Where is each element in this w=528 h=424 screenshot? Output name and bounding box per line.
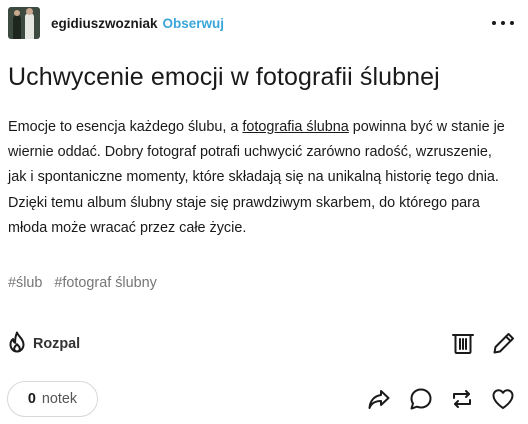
username[interactable]: egidiuszwozniak — [51, 16, 158, 31]
follow-button[interactable]: Obserwuj — [163, 16, 225, 31]
post-body: Emocje to esencja każdego ślubu, a fotog… — [8, 115, 510, 241]
post-title: Uchwycenie emocji w fotografii ślubnej — [8, 63, 440, 91]
post-header: egidiuszwozniak Obserwuj — [8, 7, 514, 39]
tag-slub[interactable]: #ślub — [8, 275, 42, 291]
trash-icon[interactable] — [451, 331, 475, 355]
tag-fotograf-slubny[interactable]: #fotograf ślubny — [54, 275, 156, 291]
post-card: egidiuszwozniak Obserwuj Uchwycenie emoc… — [0, 0, 528, 424]
more-dots-icon[interactable] — [492, 13, 514, 33]
comment-bubble-icon[interactable] — [409, 387, 433, 411]
rozpal-label: Rozpal — [33, 336, 81, 352]
notes-label: notek — [41, 391, 78, 407]
share-arrow-icon[interactable] — [367, 387, 391, 411]
pencil-icon[interactable] — [492, 331, 516, 355]
body-text-2: powinna być w stanie je wiernie oddać. D… — [8, 119, 505, 236]
tag-list: #ślub #fotograf ślubny — [8, 275, 157, 291]
reblog-icon[interactable] — [450, 387, 474, 411]
notes-button[interactable]: 0 notek — [7, 381, 98, 417]
body-text-1: Emocje to esencja każdego ślubu, a — [8, 119, 243, 135]
heart-icon[interactable] — [491, 387, 515, 411]
body-link[interactable]: fotografia ślubna — [242, 119, 348, 135]
rozpal-button[interactable]: Rozpal — [8, 331, 81, 358]
notes-count: 0 — [27, 391, 36, 407]
avatar[interactable] — [8, 7, 40, 39]
flame-icon — [8, 331, 26, 358]
